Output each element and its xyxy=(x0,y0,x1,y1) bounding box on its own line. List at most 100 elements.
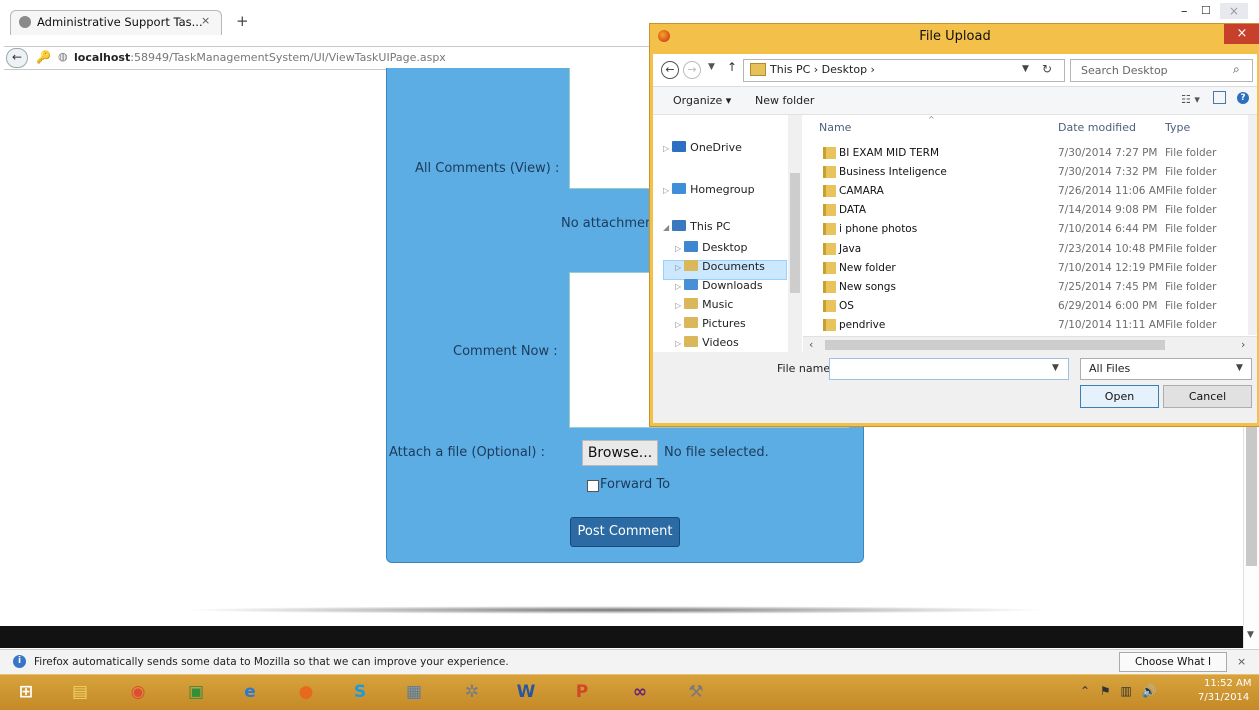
file-name: pendrive xyxy=(839,318,886,331)
tree-item-this-pc[interactable]: ◢ This PC xyxy=(663,220,730,233)
settings-icon[interactable]: ✲ xyxy=(452,678,492,707)
horizontal-scroll-thumb[interactable] xyxy=(825,340,1165,350)
nav-forward-button[interactable]: → xyxy=(683,61,701,79)
browser-tab[interactable]: Administrative Support Tas... × xyxy=(10,10,222,35)
organize-menu[interactable]: Organize ▾ xyxy=(673,94,731,107)
dialog-close-button[interactable]: × xyxy=(1224,24,1259,44)
file-row[interactable]: DATA 7/14/2014 9:08 PM File folder xyxy=(803,201,1243,220)
window-close-button[interactable]: × xyxy=(1220,3,1248,19)
preview-pane-icon[interactable] xyxy=(1213,91,1226,104)
file-explorer-icon[interactable]: ▤ xyxy=(60,678,100,707)
identity-key-icon[interactable]: 🔑 xyxy=(36,50,51,64)
notification-text: Firefox automatically sends some data to… xyxy=(34,656,509,668)
forward-to-checkbox[interactable] xyxy=(587,480,599,492)
expand-chevron-icon[interactable]: ▷ xyxy=(675,320,681,329)
file-row[interactable]: Java 7/23/2014 10:48 PM File folder xyxy=(803,240,1243,259)
store-icon[interactable]: ▣ xyxy=(176,678,216,707)
tree-item-documents[interactable]: ▷ Documents xyxy=(675,260,765,273)
address-dropdown-icon[interactable]: ▼ xyxy=(1022,64,1029,74)
expand-chevron-icon[interactable]: ▷ xyxy=(675,339,681,348)
start-icon[interactable]: ⊞ xyxy=(6,678,46,707)
notification-close-icon[interactable]: × xyxy=(1237,655,1246,668)
file-list-scrollbar[interactable] xyxy=(1248,115,1257,335)
column-header-name[interactable]: Name xyxy=(819,121,851,134)
file-row[interactable]: Business Inteligence 7/30/2014 7:32 PM Fil… xyxy=(803,163,1243,182)
expand-chevron-icon[interactable]: ▷ xyxy=(663,144,669,153)
skype-icon[interactable]: S xyxy=(340,678,380,707)
clock-time[interactable]: 11:52 AM xyxy=(1204,678,1251,689)
scroll-right-icon[interactable]: › xyxy=(1241,338,1245,351)
clock-date[interactable]: 7/31/2014 xyxy=(1198,692,1249,703)
documents-folder-icon xyxy=(684,260,699,271)
search-desktop-input[interactable]: Search Desktop ⌕ xyxy=(1070,59,1253,82)
tools-icon[interactable]: ⚒ xyxy=(676,678,716,707)
file-row[interactable]: New songs 7/25/2014 7:45 PM File folder xyxy=(803,278,1243,297)
forward-to-label[interactable]: Forward To xyxy=(600,477,670,492)
up-folder-icon[interactable]: ↑ xyxy=(727,60,737,74)
column-header-type[interactable]: Type xyxy=(1165,121,1190,134)
file-row[interactable]: i phone photos 7/10/2014 6:44 PM File fold… xyxy=(803,220,1243,239)
powerpoint-icon[interactable]: P xyxy=(562,678,602,707)
maximize-button[interactable]: ☐ xyxy=(1201,4,1211,17)
tree-item-onedrive[interactable]: ▷ OneDrive xyxy=(663,141,742,154)
search-icon[interactable]: ⌕ xyxy=(1233,62,1240,77)
minimize-button[interactable]: – xyxy=(1181,4,1188,19)
expand-chevron-icon[interactable]: ▷ xyxy=(663,186,669,195)
expand-chevron-icon[interactable]: ▷ xyxy=(675,244,681,253)
internet-explorer-icon[interactable]: e xyxy=(230,678,270,707)
address-bar[interactable]: This PC › Desktop › ▼ ↻ xyxy=(743,59,1065,82)
back-button[interactable]: ← xyxy=(6,48,28,68)
system-tray-icons[interactable]: ⌃ ⚑ ▥ 🔊 xyxy=(1080,684,1160,698)
tree-item-videos[interactable]: ▷ Videos xyxy=(675,336,739,349)
choose-what-i-share-button[interactable]: Choose What I Share xyxy=(1119,652,1227,686)
file-row[interactable]: OS 6/29/2014 6:00 PM File folder xyxy=(803,297,1243,316)
browse-button[interactable]: Browse... xyxy=(582,440,658,466)
column-header-date[interactable]: Date modified xyxy=(1058,121,1136,134)
expand-chevron-icon[interactable]: ▷ xyxy=(675,282,681,291)
new-tab-button[interactable]: + xyxy=(236,12,249,30)
navigation-scroll-thumb[interactable] xyxy=(790,173,800,293)
tree-item-homegroup[interactable]: ▷ Homegroup xyxy=(663,183,755,196)
scroll-left-icon[interactable]: ‹ xyxy=(809,338,813,351)
control-panel-icon[interactable]: ▦ xyxy=(394,678,434,707)
new-folder-button[interactable]: New folder xyxy=(755,94,814,107)
desktop-folder-icon xyxy=(684,241,699,252)
url-text[interactable]: localhost:58949/TaskManagementSystem/UI/… xyxy=(74,51,446,64)
word-icon[interactable]: W xyxy=(506,678,546,707)
file-row[interactable]: pendrive 7/10/2014 11:11 AM File folder xyxy=(803,316,1243,335)
file-row[interactable]: New folder 7/10/2014 12:19 PM File folder xyxy=(803,259,1243,278)
file-name-dropdown-icon[interactable]: ▼ xyxy=(1052,363,1059,373)
expand-chevron-icon[interactable]: ▷ xyxy=(675,301,681,310)
file-type-select[interactable]: All Files ▼ xyxy=(1080,358,1252,380)
expand-chevron-icon[interactable]: ◢ xyxy=(663,223,669,232)
file-type-chevron-icon[interactable]: ▼ xyxy=(1236,363,1243,373)
all-comments-textarea[interactable] xyxy=(569,68,651,189)
tree-item-downloads[interactable]: ▷ Downloads xyxy=(675,279,763,292)
change-view-icon[interactable]: ☷ ▾ xyxy=(1181,93,1200,106)
refresh-icon[interactable]: ↻ xyxy=(1042,62,1052,76)
url-bar[interactable]: ← 🔑 ◍ localhost:58949/TaskManagementSyst… xyxy=(4,46,656,70)
navigation-pane-scrollbar[interactable] xyxy=(788,115,802,352)
horizontal-scrollbar[interactable]: ‹ › xyxy=(803,336,1257,353)
cancel-button[interactable]: Cancel xyxy=(1163,385,1252,408)
recent-locations-chevron-icon[interactable]: ▼ xyxy=(708,62,715,72)
expand-chevron-icon[interactable]: ▷ xyxy=(675,263,681,272)
tree-item-pictures[interactable]: ▷ Pictures xyxy=(675,317,746,330)
file-name-input[interactable]: ▼ xyxy=(829,358,1069,380)
tree-item-music[interactable]: ▷ Music xyxy=(675,298,733,311)
address-path[interactable]: This PC › Desktop › xyxy=(770,63,875,76)
chrome-icon[interactable]: ◉ xyxy=(118,678,158,707)
file-row[interactable]: CAMARA 7/26/2014 11:06 AM File folder xyxy=(803,182,1243,201)
dialog-nav-row: ← → ▼ ↑ This PC › Desktop › ▼ ↻ Search D… xyxy=(653,54,1257,87)
post-comment-button[interactable]: Post Comment xyxy=(570,517,680,547)
visual-studio-icon[interactable]: ∞ xyxy=(620,678,660,707)
tree-item-desktop[interactable]: ▷ Desktop xyxy=(675,241,748,254)
nav-back-button[interactable]: ← xyxy=(661,61,679,79)
page-scroll-thumb[interactable] xyxy=(1246,426,1257,566)
open-button[interactable]: Open xyxy=(1080,385,1159,408)
firefox-icon[interactable]: ● xyxy=(286,678,326,707)
help-icon[interactable]: ? xyxy=(1237,92,1249,104)
scroll-down-icon[interactable]: ▼ xyxy=(1247,630,1254,640)
file-row[interactable]: BI EXAM MID TERM 7/30/2014 7:27 PM File fo… xyxy=(803,144,1243,163)
tab-close-icon[interactable]: × xyxy=(201,14,210,27)
